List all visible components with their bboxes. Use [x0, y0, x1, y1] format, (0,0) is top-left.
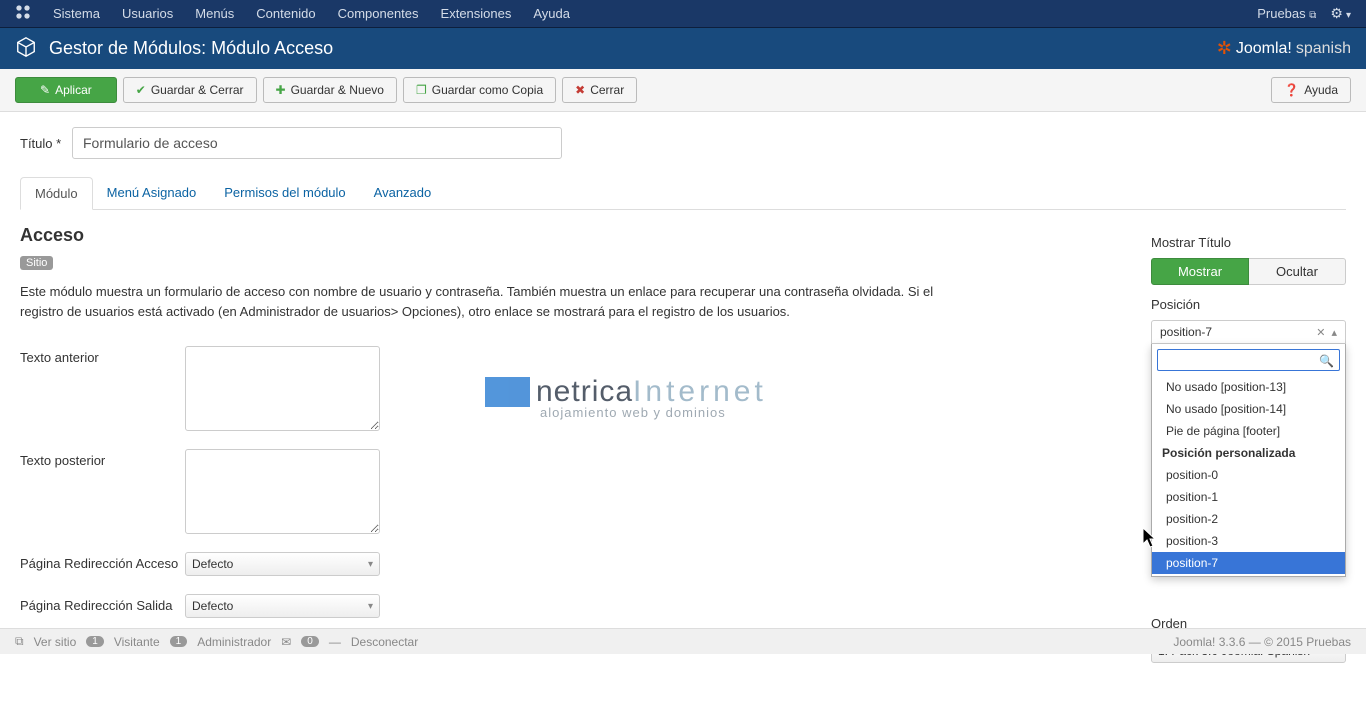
logout-link[interactable]: Desconectar — [351, 635, 418, 649]
page-title: Gestor de Módulos: Módulo Acceso — [49, 38, 333, 59]
tab-permissions[interactable]: Permisos del módulo — [210, 177, 359, 209]
envelope-icon: ✉ — [281, 635, 291, 649]
clear-icon[interactable]: ✕ — [1316, 326, 1325, 339]
chevron-up-icon[interactable]: ▴ — [1331, 326, 1337, 339]
position-select: position-7 ✕▴ 🔍 No usado [position-13] N… — [1151, 320, 1346, 344]
view-site-link[interactable]: Ver sitio — [34, 635, 77, 649]
topbar-menus: Sistema Usuarios Menús Contenido Compone… — [15, 4, 570, 23]
position-option[interactable]: No usado [position-13] — [1152, 376, 1345, 398]
main-right: Mostrar Título Mostrar Ocultar Posición … — [1151, 225, 1346, 663]
posttext-label: Texto posterior — [20, 449, 185, 468]
save-copy-button[interactable]: ❐Guardar como Copia — [403, 77, 556, 103]
joomla-logo-icon: ✲ — [1217, 38, 1232, 59]
dash-icon: — — [329, 635, 341, 649]
position-dropdown: 🔍 No usado [position-13] No usado [posit… — [1151, 344, 1346, 577]
position-option[interactable]: Pie de página [footer] — [1152, 420, 1345, 442]
menu-extensiones[interactable]: Extensiones — [441, 6, 512, 21]
admins-label: Administrador — [197, 635, 271, 649]
check-icon: ✔ — [136, 83, 146, 97]
login-redirect-select[interactable]: Defecto — [185, 552, 380, 576]
pretext-label: Texto anterior — [20, 346, 185, 365]
external-icon: ⧉ — [1309, 10, 1316, 21]
site-link[interactable]: Pruebas ⧉ — [1257, 6, 1316, 21]
search-icon: 🔍 — [1319, 354, 1334, 368]
tab-menu-assignment[interactable]: Menú Asignado — [93, 177, 211, 209]
module-description: Este módulo muestra un formulario de acc… — [20, 282, 980, 321]
pretext-textarea[interactable] — [185, 346, 380, 431]
position-label: Posición — [1151, 297, 1346, 312]
settings-menu[interactable] — [1330, 5, 1351, 22]
admins-badge: 1 — [170, 636, 188, 647]
login-redirect-label: Página Redirección Acceso — [20, 552, 185, 571]
titlebar: Gestor de Módulos: Módulo Acceso ✲ Jooml… — [0, 28, 1366, 69]
show-title-label: Mostrar Título — [1151, 235, 1346, 250]
site-badge: Sitio — [20, 256, 53, 270]
position-search-input[interactable] — [1157, 349, 1340, 371]
version-text: Joomla! 3.3.6 — [1173, 635, 1245, 649]
title-label: Título * — [20, 136, 62, 151]
close-button[interactable]: ✖Cerrar — [562, 77, 637, 103]
tabs: Módulo Menú Asignado Permisos del módulo… — [20, 177, 1346, 210]
hide-button[interactable]: Ocultar — [1249, 258, 1346, 285]
position-list[interactable]: No usado [position-13] No usado [positio… — [1152, 376, 1345, 576]
show-button[interactable]: Mostrar — [1151, 258, 1249, 285]
position-option[interactable]: position-8 — [1152, 574, 1345, 576]
menu-contenido[interactable]: Contenido — [256, 6, 315, 21]
footer: ⧉ Ver sitio 1 Visitante 1 Administrador … — [0, 628, 1366, 654]
cube-icon — [15, 36, 37, 61]
help-button[interactable]: ❓Ayuda — [1271, 77, 1351, 103]
posttext-textarea[interactable] — [185, 449, 380, 534]
position-group: Posición personalizada — [1152, 442, 1345, 464]
menu-ayuda[interactable]: Ayuda — [533, 6, 570, 21]
joomla-icon — [15, 4, 31, 23]
menu-menus[interactable]: Menús — [195, 6, 234, 21]
topbar-right: Pruebas ⧉ — [1257, 5, 1351, 22]
main-left: Acceso Sitio Este módulo muestra un form… — [20, 225, 1121, 663]
msg-badge: 0 — [301, 636, 319, 647]
joomla-brand: ✲ Joomla!spanish — [1217, 38, 1351, 59]
tab-module[interactable]: Módulo — [20, 177, 93, 210]
position-option[interactable]: position-0 — [1152, 464, 1345, 486]
external-icon: ⧉ — [15, 634, 24, 649]
position-option[interactable]: position-1 — [1152, 486, 1345, 508]
module-heading: Acceso — [20, 225, 1121, 246]
title-input[interactable] — [72, 127, 562, 159]
position-option[interactable]: No usado [position-14] — [1152, 398, 1345, 420]
position-option[interactable]: position-2 — [1152, 508, 1345, 530]
show-title-toggle: Mostrar Ocultar — [1151, 258, 1346, 285]
apply-icon: ✎ — [40, 83, 50, 97]
title-row: Título * — [20, 127, 1346, 159]
close-icon: ✖ — [575, 83, 585, 97]
visitors-badge: 1 — [86, 636, 104, 647]
content: Título * Módulo Menú Asignado Permisos d… — [0, 112, 1366, 703]
visitors-label: Visitante — [114, 635, 160, 649]
copy-icon: ❐ — [416, 83, 427, 97]
topbar: Sistema Usuarios Menús Contenido Compone… — [0, 0, 1366, 28]
logout-redirect-select[interactable]: Defecto — [185, 594, 380, 618]
position-current[interactable]: position-7 ✕▴ — [1151, 320, 1346, 344]
menu-usuarios[interactable]: Usuarios — [122, 6, 173, 21]
logout-redirect-label: Página Redirección Salida — [20, 594, 185, 613]
tab-advanced[interactable]: Avanzado — [360, 177, 446, 209]
apply-button[interactable]: ✎Aplicar — [15, 77, 117, 103]
help-icon: ❓ — [1284, 83, 1299, 97]
position-option[interactable]: position-3 — [1152, 530, 1345, 552]
toolbar: ✎Aplicar ✔Guardar & Cerrar ✚Guardar & Nu… — [0, 69, 1366, 112]
menu-componentes[interactable]: Componentes — [338, 6, 419, 21]
plus-icon: ✚ — [276, 83, 286, 97]
position-option-selected[interactable]: position-7 — [1152, 552, 1345, 574]
menu-sistema[interactable]: Sistema — [53, 6, 100, 21]
copyright-text: — © 2015 Pruebas — [1249, 635, 1351, 649]
save-close-button[interactable]: ✔Guardar & Cerrar — [123, 77, 257, 103]
save-new-button[interactable]: ✚Guardar & Nuevo — [263, 77, 397, 103]
